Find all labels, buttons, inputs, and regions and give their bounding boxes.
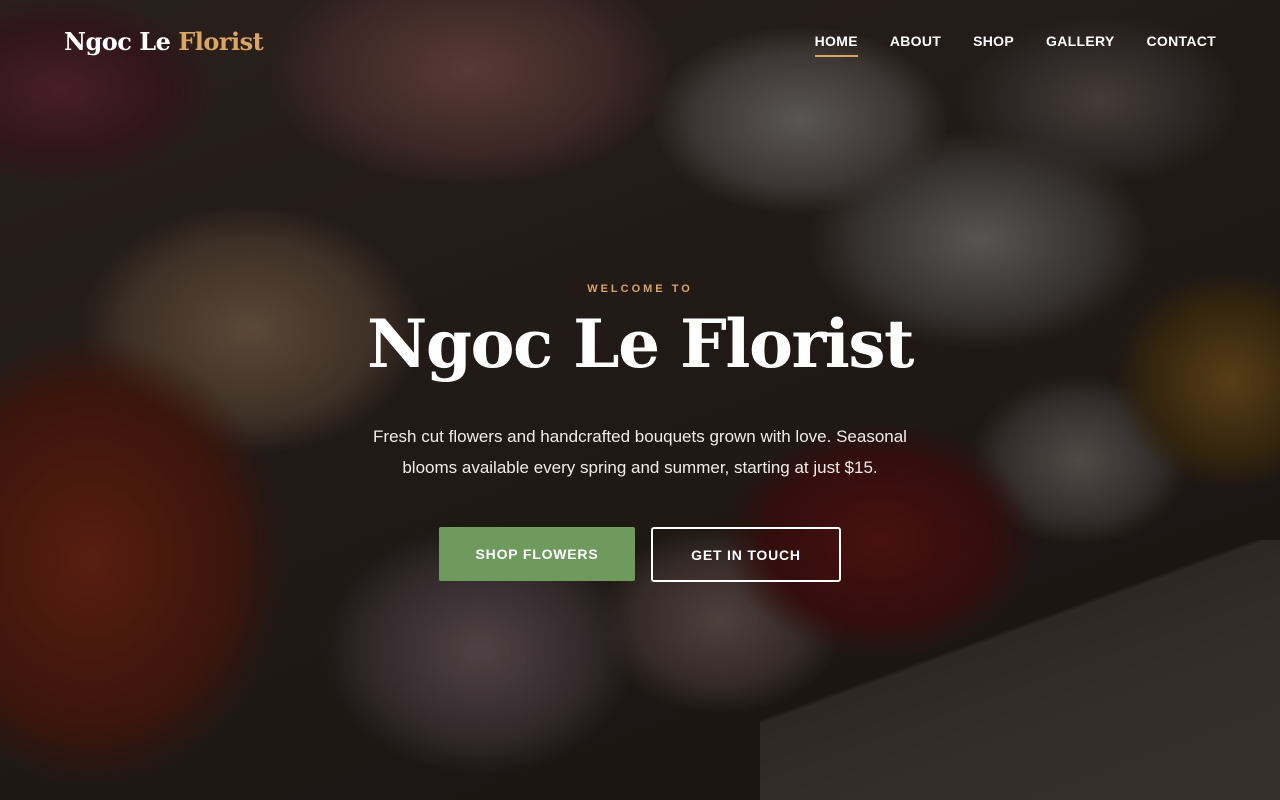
shop-flowers-button[interactable]: SHOP FLOWERS bbox=[439, 527, 635, 582]
logo-accent: Florist bbox=[178, 27, 264, 56]
main-nav: HOME ABOUT SHOP GALLERY CONTACT bbox=[814, 33, 1217, 57]
get-in-touch-button[interactable]: GET IN TOUCH bbox=[651, 527, 841, 583]
site-logo[interactable]: Ngoc Le Florist bbox=[64, 27, 264, 56]
nav-gallery[interactable]: GALLERY bbox=[1046, 33, 1114, 55]
nav-about[interactable]: ABOUT bbox=[890, 33, 941, 55]
hero-cta-group: SHOP FLOWERS GET IN TOUCH bbox=[0, 527, 1280, 583]
hero-subtitle: Fresh cut flowers and handcrafted bouque… bbox=[373, 427, 907, 478]
nav-shop[interactable]: SHOP bbox=[973, 33, 1014, 55]
nav-home[interactable]: HOME bbox=[814, 33, 859, 57]
nav-contact[interactable]: CONTACT bbox=[1147, 33, 1217, 55]
hero-eyebrow: WELCOME TO bbox=[587, 283, 693, 295]
hero-section: WELCOME TO Ngoc Le Florist Fresh cut flo… bbox=[0, 283, 1280, 583]
hero-title: Ngoc Le Florist bbox=[367, 305, 914, 383]
logo-name: Ngoc Le bbox=[64, 27, 171, 56]
